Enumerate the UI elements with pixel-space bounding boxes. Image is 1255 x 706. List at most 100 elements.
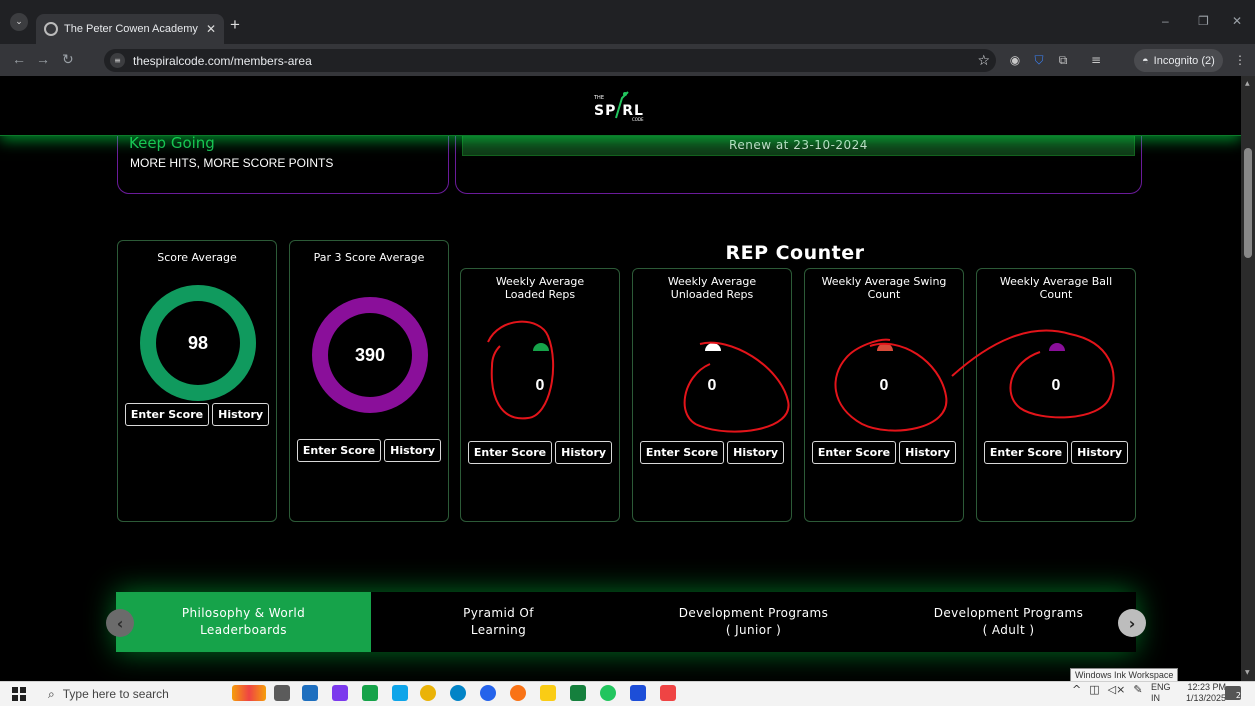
clock-date: 1/13/2025: [1186, 693, 1227, 703]
search-highlight-icon[interactable]: [232, 685, 266, 701]
red-ink-annotation-ball: [951, 329, 1115, 419]
renew-date-bar: Renew at 23-10-2024: [462, 134, 1135, 156]
browser-tab[interactable]: The Peter Cowen Academy Onl... ✕: [36, 14, 224, 44]
tab-philosophy-leaderboards[interactable]: Philosophy & World Leaderboards: [116, 592, 371, 652]
score-average-title: Score Average: [157, 251, 237, 264]
word-icon[interactable]: [630, 685, 646, 701]
reload-icon[interactable]: ↻: [62, 51, 74, 68]
tab-label-line2: Leaderboards: [200, 623, 287, 637]
tab-title: The Peter Cowen Academy Onl...: [64, 23, 200, 35]
tab-pyramid-of-learning[interactable]: Pyramid Of Learning: [371, 592, 626, 652]
url-text[interactable]: thespiralcode.com/members-area: [133, 54, 969, 68]
taskbar-search[interactable]: ⌕ Type here to search: [48, 682, 208, 706]
task-view-icon[interactable]: [274, 685, 290, 701]
extensions-puzzle-icon[interactable]: ⧉: [1055, 52, 1071, 68]
file-explorer-icon[interactable]: [540, 685, 556, 701]
tab-development-adult[interactable]: Development Programs ( Adult ): [881, 592, 1136, 652]
tab-label-line1: Development Programs: [678, 606, 829, 620]
edge-icon[interactable]: [450, 685, 466, 701]
forward-arrow-icon[interactable]: →: [36, 51, 50, 67]
language-indicator[interactable]: ENG IN: [1151, 682, 1171, 704]
taskbar-search-placeholder: Type here to search: [62, 687, 169, 701]
tab-label-line2: ( Adult ): [982, 623, 1035, 637]
par3-score-average-title: Par 3 Score Average: [313, 251, 425, 264]
volume-icon[interactable]: ◁×: [1108, 683, 1126, 696]
svg-text:THE: THE: [593, 95, 604, 101]
bookmark-star-icon[interactable]: ☆: [977, 53, 990, 69]
tab-label-line1: Philosophy & World: [181, 606, 306, 620]
carousel-next-arrow-icon[interactable]: ›: [1118, 609, 1146, 637]
camera-extension-icon[interactable]: ◉: [1007, 52, 1023, 68]
history-button[interactable]: History: [212, 403, 270, 426]
site-header: THE SP RL CODE: [0, 76, 1241, 136]
tab-label-line1: Pyramid Of: [463, 606, 534, 620]
tray-chevron-icon[interactable]: ^: [1072, 683, 1081, 696]
chrome-icon[interactable]: [420, 685, 436, 701]
scroll-down-arrow-icon[interactable]: ▼: [1245, 669, 1250, 676]
close-window-button[interactable]: ✕: [1232, 14, 1242, 28]
enter-score-button[interactable]: Enter Score: [983, 441, 1069, 464]
par3-score-average-donut: 390: [312, 297, 428, 413]
tab-label-line2: ( Junior ): [725, 623, 782, 637]
tab-search-button[interactable]: ⌄: [10, 13, 28, 31]
carousel-prev-arrow-icon[interactable]: ‹: [106, 609, 134, 637]
whatsapp-icon[interactable]: [600, 685, 616, 701]
system-tray: ^ ◫ ◁× ✎: [1072, 683, 1143, 696]
ball-count-title: Weekly Average Ball Count: [999, 275, 1113, 301]
search-icon: ⌕: [48, 686, 55, 701]
incognito-label: Incognito (2): [1153, 54, 1215, 67]
paint-icon[interactable]: [660, 685, 676, 701]
program-tabs: Philosophy & World Leaderboards Pyramid O…: [116, 592, 1136, 652]
scroll-up-arrow-icon[interactable]: ▲: [1245, 80, 1250, 87]
notification-center-icon[interactable]: 2: [1225, 686, 1241, 700]
score-average-value: 98: [187, 332, 209, 353]
notification-count: 2: [1235, 691, 1241, 700]
reading-list-icon[interactable]: ≡: [1088, 52, 1104, 68]
photos-icon[interactable]: [392, 685, 408, 701]
loaded-reps-title: Weekly Average Loaded Reps: [495, 275, 585, 301]
unloaded-reps-title: Weekly Average Unloaded Reps: [667, 275, 757, 301]
address-bar[interactable]: ≡ thespiralcode.com/members-area ☆: [104, 49, 996, 72]
rep-counter-title: REP Counter: [725, 242, 865, 264]
pen-icon[interactable]: ✎: [1133, 683, 1142, 696]
maximize-button[interactable]: ❐: [1198, 14, 1209, 28]
keep-going-subtitle: MORE HITS, MORE SCORE POINTS: [130, 156, 334, 170]
svg-text:CODE: CODE: [632, 117, 644, 122]
back-arrow-icon[interactable]: ←: [12, 51, 26, 67]
excel-icon[interactable]: [570, 685, 586, 701]
site-info-icon[interactable]: ≡: [110, 53, 125, 68]
enter-score-button[interactable]: Enter Score: [296, 439, 382, 462]
tab-label-line2: Learning: [470, 623, 527, 637]
region-code: IN: [1151, 693, 1160, 703]
spiral-code-logo[interactable]: THE SP RL CODE: [592, 90, 652, 124]
tab-close-icon[interactable]: ✕: [206, 22, 216, 36]
network-icon[interactable]: ◫: [1089, 683, 1099, 696]
par3-score-average-card: Par 3 Score Average 390 Enter Score Hist…: [289, 240, 449, 522]
history-button[interactable]: History: [384, 439, 442, 462]
copilot-icon[interactable]: [332, 685, 348, 701]
tab-development-junior[interactable]: Development Programs ( Junior ): [626, 592, 881, 652]
enter-score-button[interactable]: Enter Score: [124, 403, 210, 426]
scrollbar-thumb[interactable]: [1244, 148, 1252, 258]
taskbar-clock[interactable]: 12:23 PM 1/13/2025: [1186, 682, 1226, 704]
browser-menu-icon[interactable]: ⋮: [1232, 52, 1248, 68]
clock-time: 12:23 PM: [1187, 682, 1227, 692]
minimize-button[interactable]: –: [1162, 14, 1169, 28]
keep-going-title: Keep Going: [129, 134, 215, 152]
shield-extension-icon[interactable]: ⛉: [1031, 52, 1047, 68]
firefox-icon[interactable]: [510, 685, 526, 701]
page-content: Keep Going MORE HITS, MORE SCORE POINTS …: [0, 76, 1241, 681]
chrome-canary-icon[interactable]: [480, 685, 496, 701]
app-store-icon[interactable]: [302, 685, 318, 701]
windows-start-icon[interactable]: [12, 687, 26, 701]
history-button[interactable]: History: [1071, 441, 1129, 464]
score-average-card: Score Average 98 Enter Score History: [117, 240, 277, 522]
language-code: ENG: [1151, 682, 1171, 692]
new-tab-button[interactable]: +: [230, 15, 240, 35]
red-ink-annotations: [487, 320, 948, 433]
swing-count-title: Weekly Average Swing Count: [821, 275, 947, 301]
google-drive-icon[interactable]: [362, 685, 378, 701]
incognito-indicator[interactable]: ◓ Incognito (2): [1134, 49, 1223, 72]
site-favicon-icon: [44, 22, 58, 36]
par3-score-average-value: 390: [354, 344, 386, 365]
